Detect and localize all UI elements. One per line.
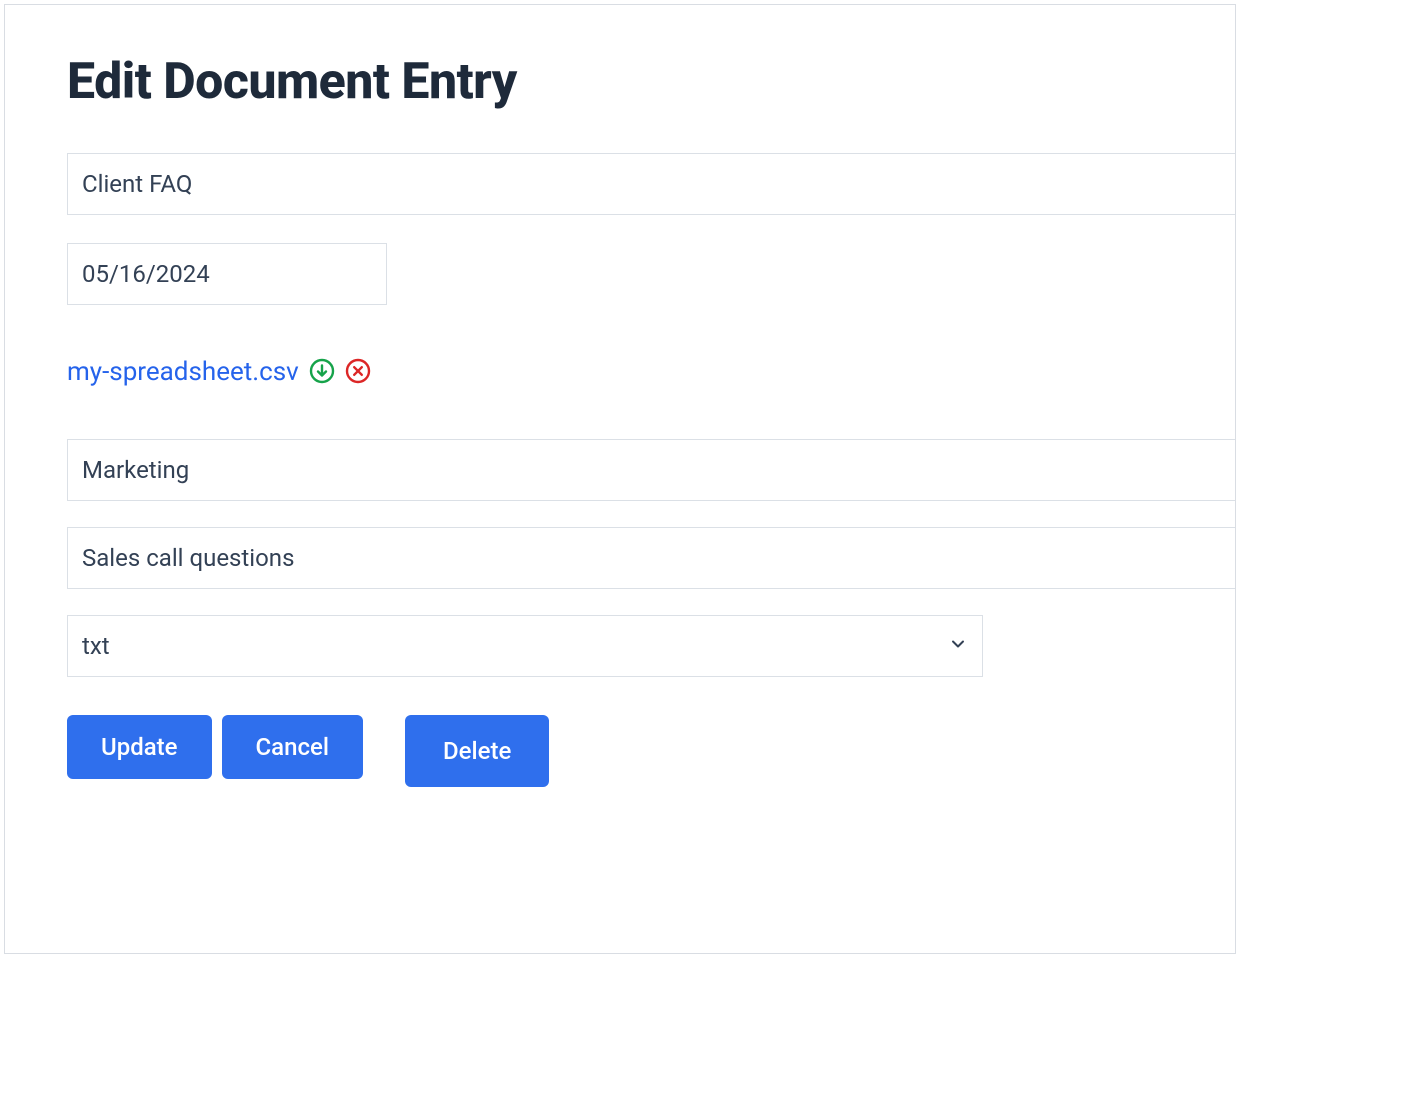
document-name-input[interactable] bbox=[67, 153, 1235, 215]
attached-file-link[interactable]: my-spreadsheet.csv bbox=[67, 357, 299, 387]
update-button[interactable]: Update bbox=[67, 715, 212, 779]
format-select[interactable]: txt bbox=[67, 615, 983, 677]
page-title: Edit Document Entry bbox=[67, 53, 1235, 111]
delete-button[interactable]: Delete bbox=[405, 715, 549, 787]
form-actions: Update Cancel Delete bbox=[67, 715, 1235, 787]
edit-document-form: Edit Document Entry my-spreadsheet.csv bbox=[4, 4, 1236, 954]
document-date-input[interactable] bbox=[67, 243, 387, 305]
download-file-button[interactable] bbox=[309, 358, 335, 387]
download-circle-icon bbox=[309, 358, 335, 387]
description-input[interactable] bbox=[67, 527, 1235, 589]
attached-file-row: my-spreadsheet.csv bbox=[67, 357, 1235, 387]
remove-circle-icon bbox=[345, 358, 371, 387]
cancel-button[interactable]: Cancel bbox=[222, 715, 363, 779]
category-input[interactable] bbox=[67, 439, 1235, 501]
remove-file-button[interactable] bbox=[345, 358, 371, 387]
